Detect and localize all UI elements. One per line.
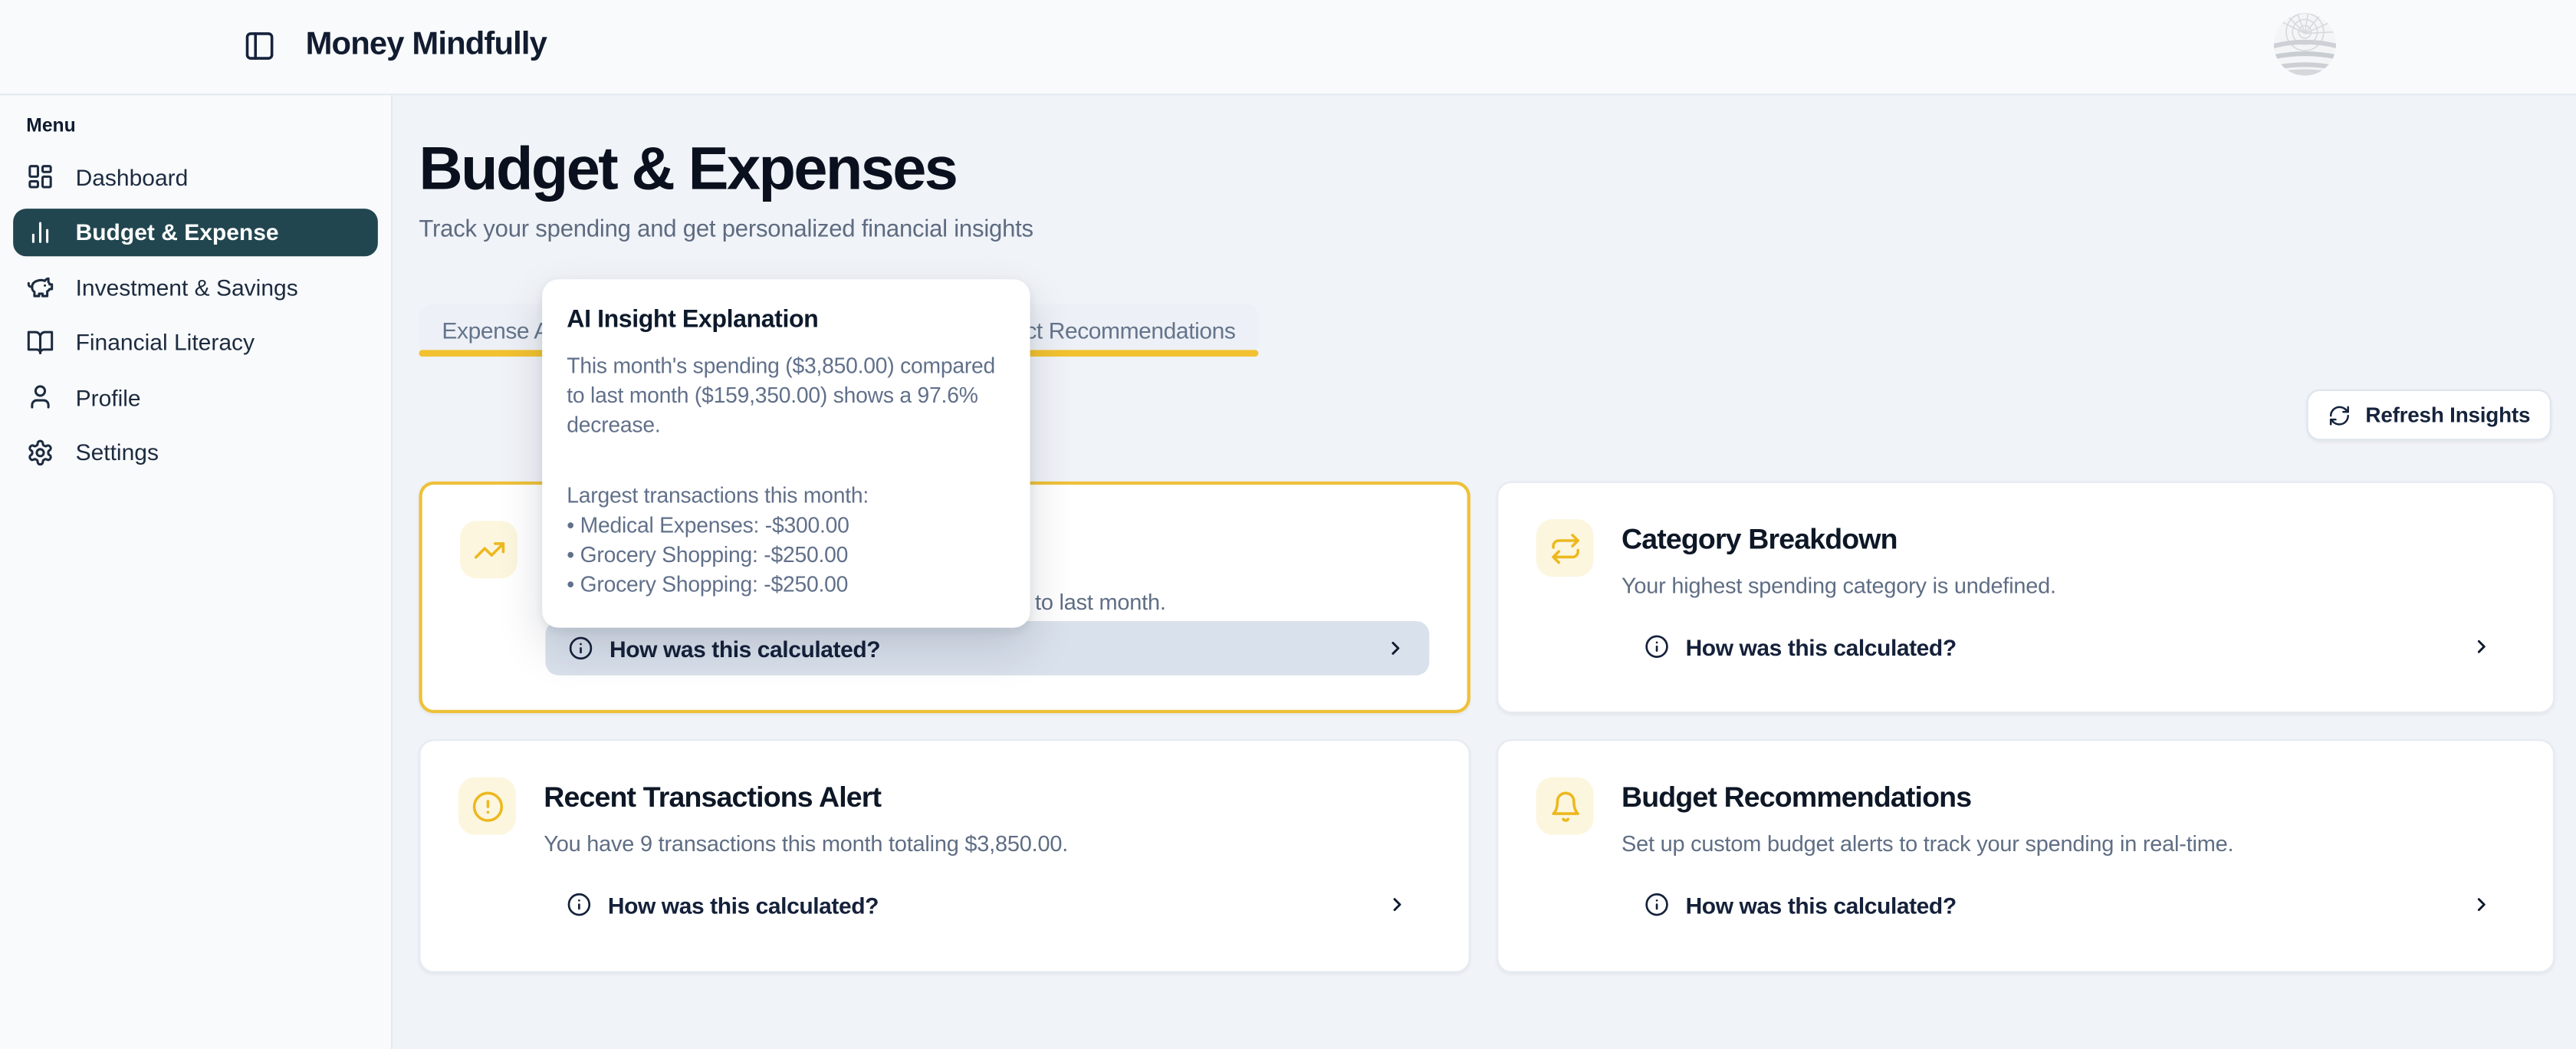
how-calculated-button[interactable]: How was this calculated? <box>544 877 1431 932</box>
info-icon <box>1644 893 1669 917</box>
card-description: You have 9 transactions this month total… <box>544 831 1431 856</box>
popover-list-item: Medical Expenses: -$300.00 <box>567 511 1005 541</box>
dashboard-icon <box>26 163 54 190</box>
card-title: Category Breakdown <box>1622 522 1898 557</box>
sidebar-item-label: Profile <box>76 383 141 409</box>
how-calculated-button[interactable]: How was this calculated? <box>1622 620 2515 674</box>
page-subtitle: Track your spending and get personalized… <box>419 217 1033 243</box>
top-header: Money Mindfully <box>0 0 2576 95</box>
popover-paragraph: This month's spending ($3,850.00) compar… <box>567 352 1005 442</box>
sidebar-item-label: Investment & Savings <box>76 274 298 300</box>
refresh-insights-button[interactable]: Refresh Insights <box>2307 390 2551 440</box>
user-icon <box>26 383 54 410</box>
chevron-right-icon <box>1385 637 1406 659</box>
app-title: Money Mindfully <box>306 26 547 64</box>
sidebar-item-label: Budget & Expense <box>76 219 279 245</box>
card-budget-recommendations: Budget Recommendations Set up custom bud… <box>1497 739 2555 972</box>
sidebar-item-financial-literacy[interactable]: Financial Literacy <box>13 318 378 366</box>
sidebar-item-profile[interactable]: Profile <box>13 373 378 420</box>
book-open-icon <box>26 328 54 356</box>
bar-chart-icon <box>26 218 54 245</box>
alert-circle-icon <box>458 778 516 835</box>
card-description: Set up custom budget alerts to track you… <box>1622 831 2515 856</box>
card-title: Recent Transactions Alert <box>544 781 881 815</box>
how-calculated-label: How was this calculated? <box>1686 633 1957 659</box>
sidebar-item-label: Financial Literacy <box>76 329 255 355</box>
card-description: Your highest spending category is undefi… <box>1622 574 2515 598</box>
sidebar-item-label: Dashboard <box>76 163 189 189</box>
refresh-icon <box>2328 403 2351 426</box>
popover-list-intro: Largest transactions this month: <box>567 481 1005 511</box>
card-title: Budget Recommendations <box>1622 781 1971 815</box>
info-icon <box>1644 634 1669 659</box>
how-calculated-label: How was this calculated? <box>1686 892 1957 918</box>
gear-icon <box>26 438 54 465</box>
how-calculated-button[interactable]: How was this calculated? <box>1622 877 2515 932</box>
card-recent-transactions-alert: Recent Transactions Alert You have 9 tra… <box>419 739 1470 972</box>
sidebar-item-budget-expense[interactable]: Budget & Expense <box>13 208 378 255</box>
sidebar-toggle-button[interactable] <box>243 30 276 63</box>
trending-up-icon <box>460 521 518 578</box>
info-icon <box>568 636 593 660</box>
repeat-icon <box>1536 519 1594 577</box>
sidebar-item-dashboard[interactable]: Dashboard <box>13 153 378 200</box>
card-category-breakdown: Category Breakdown Your highest spending… <box>1497 482 2555 713</box>
sidebar-item-investment-savings[interactable]: Investment & Savings <box>13 263 378 311</box>
page-title: Budget & Expenses <box>419 135 956 204</box>
piggy-bank-icon <box>26 273 54 301</box>
popover-list-item: Grocery Shopping: -$250.00 <box>567 571 1005 600</box>
sidebar-item-label: Settings <box>76 439 159 465</box>
chevron-right-icon <box>2471 894 2492 916</box>
popover-title: AI Insight Explanation <box>567 306 1005 334</box>
how-calculated-label: How was this calculated? <box>608 892 879 918</box>
refresh-insights-label: Refresh Insights <box>2365 403 2530 427</box>
ai-insight-popover: AI Insight Explanation This month's spen… <box>542 279 1030 626</box>
chevron-right-icon <box>1387 894 1408 916</box>
sidebar-menu-label: Menu <box>26 117 75 136</box>
app-root: Money Mindfully Menu <box>0 0 2576 1049</box>
panel-left-icon <box>243 30 276 63</box>
chevron-right-icon <box>2471 636 2492 657</box>
user-avatar[interactable] <box>2274 13 2336 75</box>
info-icon <box>567 893 591 917</box>
how-calculated-button[interactable]: How was this calculated? <box>545 621 1429 676</box>
sidebar: Menu Dashboard Budget & Expense Investme… <box>0 94 393 1049</box>
sidebar-item-settings[interactable]: Settings <box>13 428 378 475</box>
popover-list-item: Grocery Shopping: -$250.00 <box>567 541 1005 571</box>
sidebar-nav: Dashboard Budget & Expense Investment & … <box>0 153 391 483</box>
bell-icon <box>1536 778 1594 835</box>
how-calculated-label: How was this calculated? <box>610 635 880 661</box>
